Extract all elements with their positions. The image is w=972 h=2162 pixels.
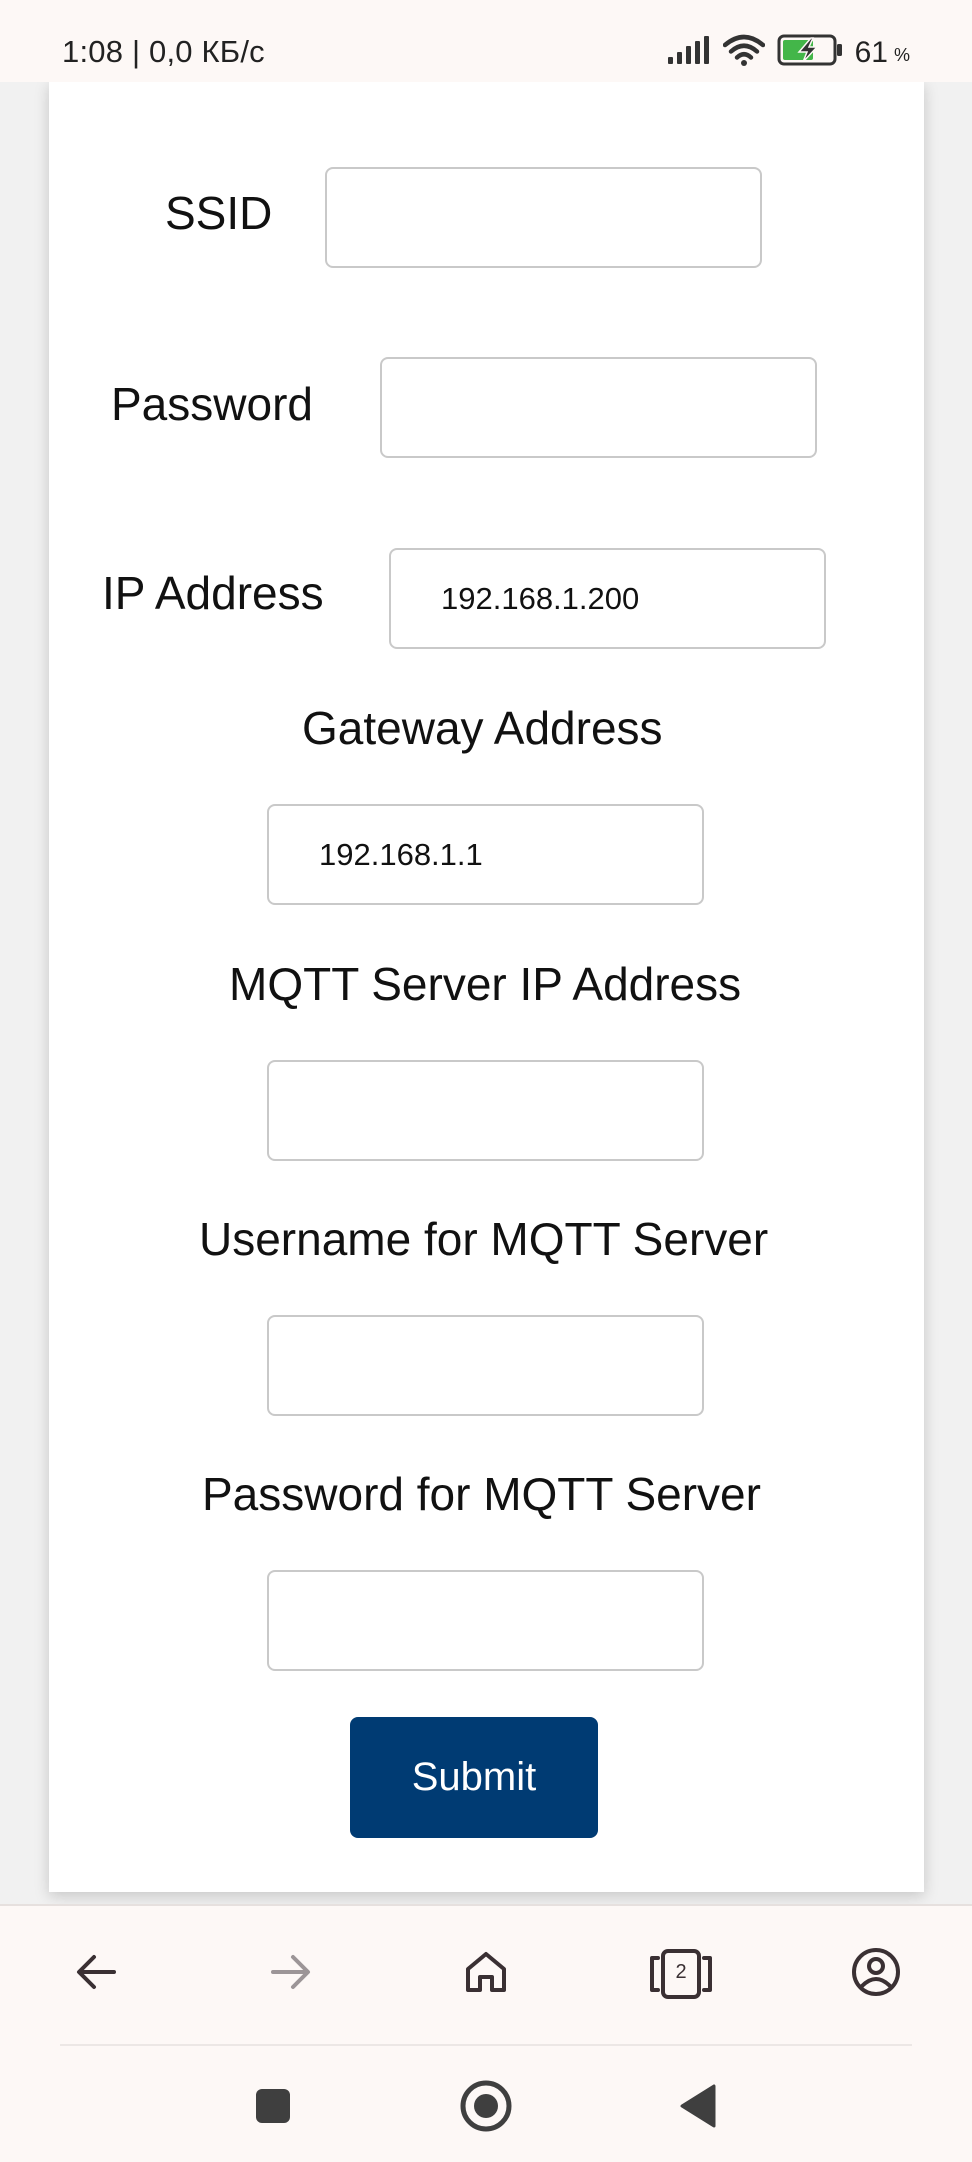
mqtt-password-label: Password for MQTT Server	[202, 1468, 761, 1520]
mqtt-server-ip-input[interactable]	[267, 1060, 704, 1161]
wifi-icon	[722, 34, 765, 71]
ssid-label: SSID	[165, 187, 273, 239]
status-time-speed: 1:08 | 0,0 КБ/с	[62, 34, 265, 69]
mqtt-username-label: Username for MQTT Server	[199, 1213, 769, 1265]
battery-percent-unit: %	[893, 45, 910, 65]
account-icon	[850, 1946, 902, 2003]
gateway-address-input[interactable]	[267, 804, 704, 905]
status-icons: 61 %	[667, 34, 910, 71]
battery-percent: 61	[854, 35, 888, 69]
tabs-icon: 2	[649, 1948, 713, 2000]
battery-charging-icon	[777, 34, 843, 71]
recents-square-icon	[254, 2087, 292, 2130]
account-button[interactable]	[840, 1938, 912, 2010]
ssid-input[interactable]	[325, 167, 762, 268]
home-circle-icon	[458, 2078, 514, 2139]
forward-arrow-icon	[269, 1950, 313, 1999]
wifi-config-form: SSID Password IP Address Gateway Address…	[49, 82, 924, 1892]
gateway-address-label: Gateway Address	[302, 702, 663, 754]
toolbar-divider	[60, 2044, 912, 2046]
recents-button[interactable]	[243, 2078, 303, 2138]
back-triangle-icon	[678, 2084, 718, 2133]
tab-count: 2	[675, 1961, 687, 1983]
mqtt-server-ip-label: MQTT Server IP Address	[229, 958, 742, 1010]
system-back-button[interactable]	[668, 2078, 728, 2138]
submit-button[interactable]: Submit	[350, 1717, 598, 1838]
ip-address-input[interactable]	[389, 548, 826, 649]
password-input[interactable]	[380, 357, 817, 458]
password-label: Password	[111, 378, 313, 430]
back-arrow-icon	[74, 1950, 118, 1999]
tabs-button[interactable]: 2	[645, 1938, 717, 2010]
system-home-button[interactable]	[456, 2078, 516, 2138]
status-bar: 1:08 | 0,0 КБ/с 61 %	[0, 0, 972, 82]
forward-button[interactable]	[255, 1938, 327, 2010]
ip-address-label: IP Address	[102, 567, 324, 619]
signal-icon	[667, 35, 711, 70]
mqtt-username-input[interactable]	[267, 1315, 704, 1416]
home-icon	[463, 1949, 509, 2000]
mqtt-password-input[interactable]	[267, 1570, 704, 1671]
browser-toolbar: 2	[0, 1904, 972, 2162]
home-button[interactable]	[450, 1938, 522, 2010]
back-button[interactable]	[60, 1938, 132, 2010]
